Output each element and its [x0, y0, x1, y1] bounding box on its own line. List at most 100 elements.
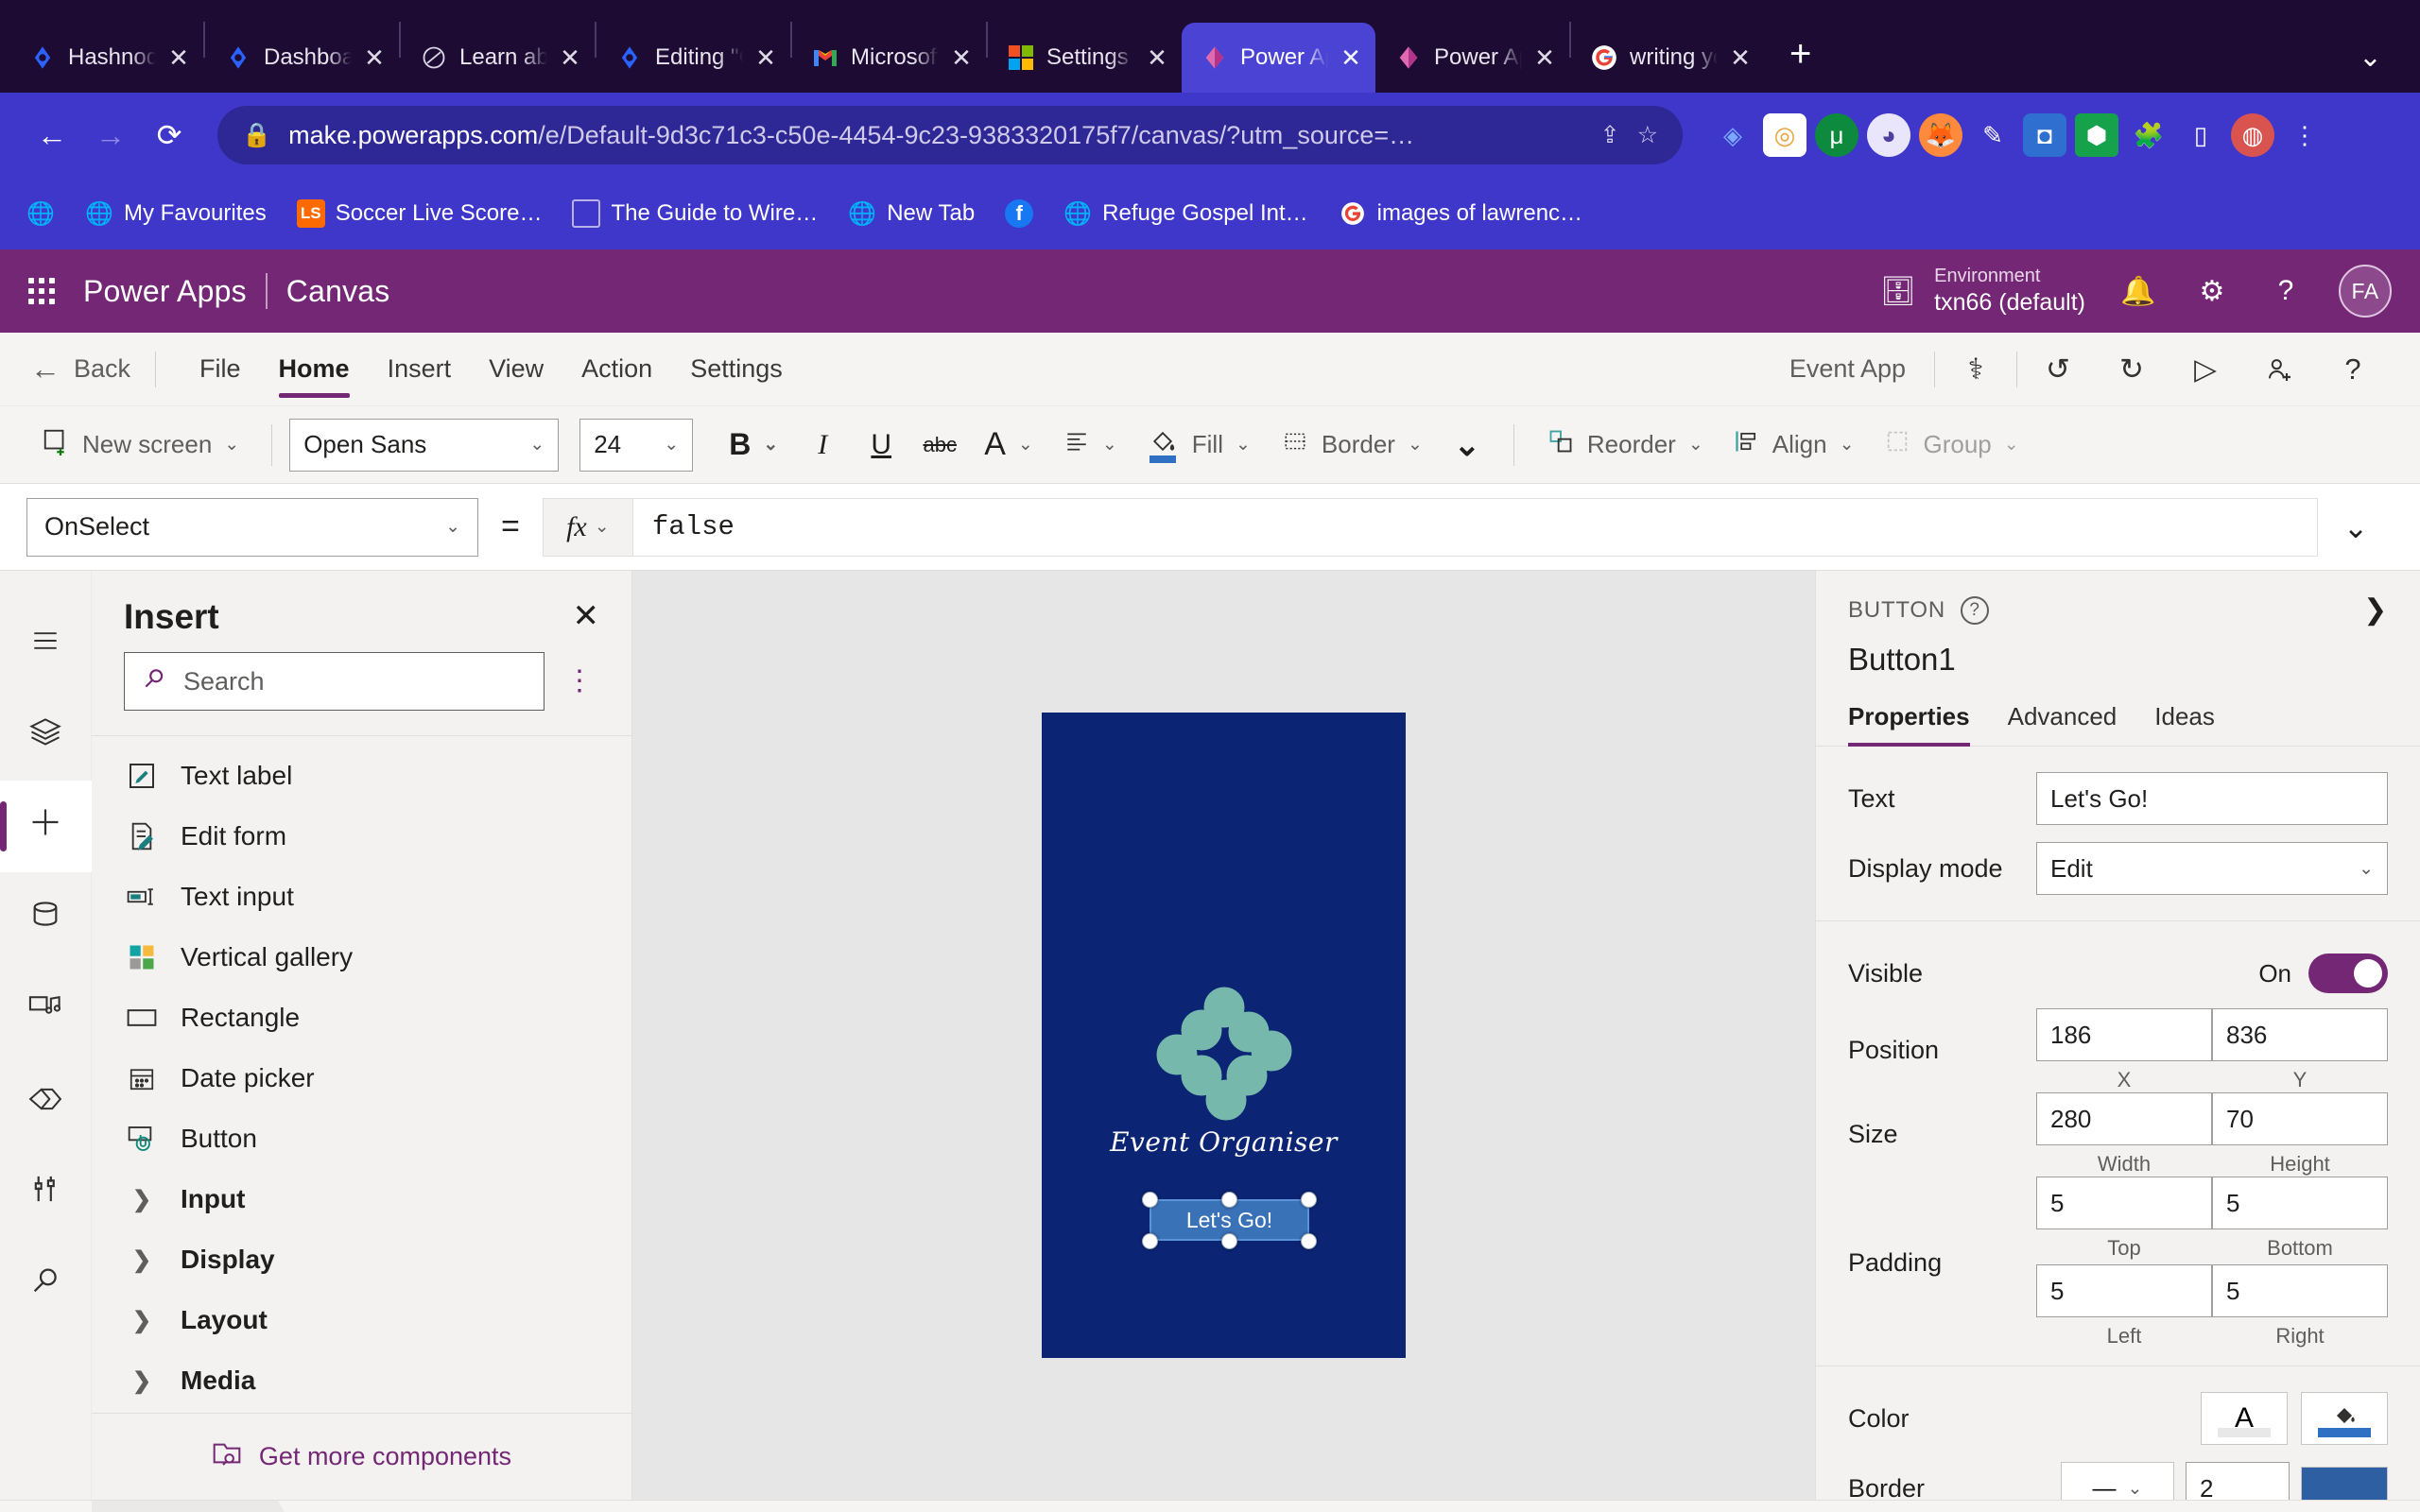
bell-icon[interactable]: 🔔 [2118, 275, 2159, 308]
browser-tab[interactable]: writing you ✕ [1571, 23, 1765, 93]
resize-handle-nw[interactable] [1142, 1192, 1158, 1208]
undo-icon[interactable]: ↺ [2021, 341, 2095, 398]
app-screen-preview[interactable]: Event Organiser Let's Go! [1042, 713, 1406, 1358]
text-align-button[interactable]: ⌄ [1048, 418, 1132, 472]
help-icon[interactable]: ? [2316, 341, 2390, 398]
menu-item-settings[interactable]: Settings [671, 333, 802, 406]
pocket-extension-icon[interactable]: ◘ [2023, 113, 2066, 157]
search-input[interactable]: Search [124, 652, 544, 711]
browser-tab[interactable]: Hashnode ✕ [9, 23, 203, 93]
formula-input[interactable]: false [632, 497, 2318, 557]
puzzle-extension-icon[interactable]: 🧩 [2127, 113, 2170, 157]
bookmark-item[interactable]: LS Soccer Live Score… [284, 193, 556, 234]
chevron-down-icon[interactable]: ⌄ [2359, 41, 2382, 74]
underline-button[interactable]: U [852, 418, 910, 472]
close-icon[interactable]: ✕ [1146, 43, 1168, 73]
size-width-input[interactable]: 280 [2036, 1092, 2212, 1145]
new-tab-button[interactable]: + [1789, 33, 1811, 76]
position-x-input[interactable]: 186 [2036, 1008, 2212, 1061]
marker-extension-icon[interactable]: ✎ [1971, 113, 2014, 157]
display-mode-select[interactable]: Edit ⌄ [2036, 842, 2388, 895]
avatar[interactable]: FA [2339, 265, 2392, 318]
gear-icon[interactable]: ⚙ [2191, 275, 2233, 308]
menu-item-file[interactable]: File [181, 333, 260, 406]
padding-right-input[interactable]: 5 [2212, 1264, 2388, 1317]
bookmark-item[interactable]: 🌐 My Favourites [72, 193, 280, 234]
padding-top-input[interactable]: 5 [2036, 1177, 2212, 1229]
ghost-extension-icon[interactable]: ◕ [1867, 113, 1910, 157]
back-button[interactable]: ← [23, 106, 81, 164]
rail-item-layers[interactable] [0, 689, 92, 781]
rail-item-media[interactable] [0, 964, 92, 1056]
star-icon[interactable]: ☆ [1637, 121, 1658, 149]
chevron-down-icon[interactable]: ⌄ [1438, 418, 1496, 472]
back-button[interactable]: ← Back [30, 352, 130, 387]
sidebar-extension-icon[interactable]: ▯ [2179, 113, 2222, 157]
padding-bottom-input[interactable]: 5 [2212, 1177, 2388, 1229]
insert-item-date-picker[interactable]: Date picker [92, 1048, 631, 1108]
tab-properties[interactable]: Properties [1848, 702, 1970, 747]
resize-handle-s[interactable] [1221, 1233, 1237, 1249]
insert-item-vertical-gallery[interactable]: Vertical gallery [92, 927, 631, 988]
more-vertical-icon[interactable]: ⋮ [554, 667, 605, 696]
share-icon[interactable]: ⇪ [1600, 121, 1620, 149]
insert-item-text-input[interactable]: Text input [92, 867, 631, 927]
close-icon[interactable]: ✕ [167, 43, 190, 73]
resize-handle-ne[interactable] [1301, 1192, 1317, 1208]
font-color-button[interactable]: A ⌄ [969, 418, 1048, 472]
insert-group-layout[interactable]: ❯ Layout [92, 1290, 631, 1350]
bookmark-item[interactable]: 🌐 Refuge Gospel Int… [1050, 193, 1321, 234]
position-y-input[interactable]: 836 [2212, 1008, 2388, 1061]
browser-tab[interactable]: Editing "Ge ✕ [596, 23, 790, 93]
bookmark-item[interactable]: f [992, 193, 1046, 234]
notes-extension-icon[interactable]: ◎ [1763, 113, 1806, 157]
close-icon[interactable]: ✕ [754, 43, 777, 73]
close-icon[interactable]: ✕ [573, 597, 600, 635]
browser-tab-active[interactable]: Power Apps ✕ [1182, 23, 1375, 93]
question-icon[interactable]: ? [2265, 275, 2307, 307]
border-width-input[interactable]: 2 [2186, 1462, 2290, 1500]
resize-handle-se[interactable] [1301, 1233, 1317, 1249]
app-checker-icon[interactable]: ⚕ [1939, 341, 2013, 398]
insert-item-rectangle[interactable]: Rectangle [92, 988, 631, 1048]
italic-button[interactable]: I [793, 418, 852, 472]
powerapps-extension-icon[interactable]: ◈ [1711, 113, 1754, 157]
tab-advanced[interactable]: Advanced [2008, 702, 2118, 746]
environment-picker[interactable]: 🗄 Environment txn66 (default) [1877, 265, 2085, 318]
insert-item-edit-form[interactable]: Edit form [92, 806, 631, 867]
share-user-icon[interactable] [2242, 341, 2316, 398]
chevron-down-icon[interactable]: ⌄ [2318, 509, 2394, 545]
insert-item-button[interactable]: Button [92, 1108, 631, 1169]
redo-icon[interactable]: ↻ [2095, 341, 2169, 398]
insert-group-input[interactable]: ❯ Input [92, 1169, 631, 1229]
close-icon[interactable]: ✕ [950, 43, 973, 73]
breadcrumb-control[interactable]: Button1 [299, 1501, 480, 1512]
tab-ideas[interactable]: Ideas [2154, 702, 2215, 746]
strikethrough-button[interactable]: abc [910, 418, 969, 472]
browser-tab[interactable]: Dashboard ✕ [205, 23, 399, 93]
address-bar[interactable]: 🔒 make.powerapps.com/e/Default-9d3c71c3-… [217, 106, 1683, 164]
close-icon[interactable]: ✕ [1533, 43, 1556, 73]
browser-tab[interactable]: Microsoft a ✕ [792, 23, 986, 93]
font-size-select[interactable]: 24 ⌄ [579, 418, 694, 472]
text-input[interactable]: Let's Go! [2036, 772, 2388, 825]
font-family-select[interactable]: Open Sans ⌄ [289, 418, 560, 472]
border-button[interactable]: Border ⌄ [1266, 418, 1438, 472]
close-icon[interactable]: ✕ [1729, 43, 1752, 73]
question-circle-icon[interactable]: ? [1961, 595, 1990, 625]
new-screen-button[interactable]: New screen ⌄ [26, 418, 254, 472]
reorder-button[interactable]: Reorder ⌄ [1531, 418, 1719, 472]
border-style-select[interactable]: — ⌄ [2061, 1462, 2174, 1500]
forward-button[interactable]: → [81, 106, 140, 164]
menu-item-action[interactable]: Action [562, 333, 671, 406]
brand-name[interactable]: Power Apps [83, 274, 247, 309]
rail-item-power-automate[interactable] [0, 1056, 92, 1147]
resize-handle-n[interactable] [1221, 1192, 1237, 1208]
menu-item-home[interactable]: Home [260, 333, 369, 406]
insert-item-text-label[interactable]: Text label [92, 746, 631, 806]
menu-item-insert[interactable]: Insert [369, 333, 471, 406]
bookmark-item[interactable]: images of lawrenc… [1325, 193, 1596, 234]
rail-item-insert[interactable] [0, 781, 92, 872]
border-color-swatch[interactable] [2301, 1467, 2388, 1500]
rail-item-data[interactable] [0, 872, 92, 964]
